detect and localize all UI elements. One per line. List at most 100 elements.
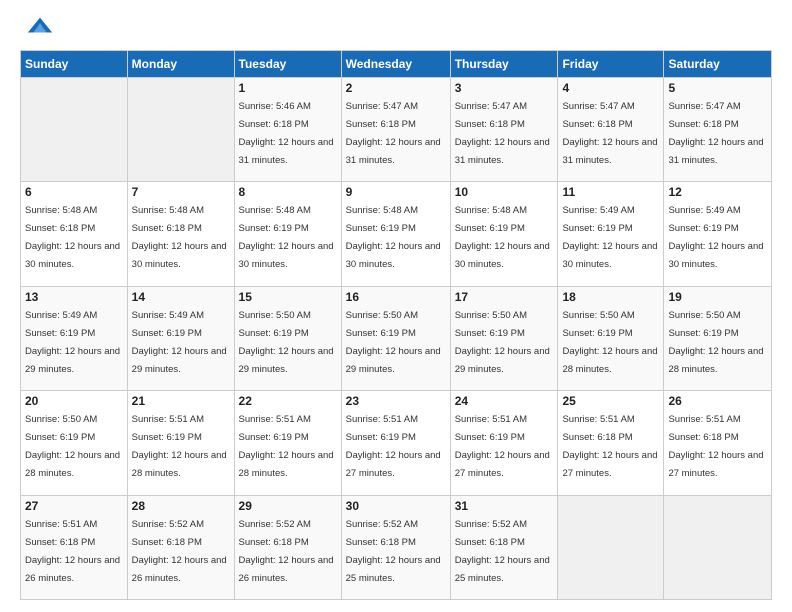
day-info: Sunrise: 5:48 AMSunset: 6:19 PMDaylight:… xyxy=(239,205,334,270)
day-info: Sunrise: 5:50 AMSunset: 6:19 PMDaylight:… xyxy=(346,310,441,375)
calendar-day-cell: 30 Sunrise: 5:52 AMSunset: 6:18 PMDaylig… xyxy=(341,495,450,599)
day-info: Sunrise: 5:50 AMSunset: 6:19 PMDaylight:… xyxy=(668,310,763,375)
day-info: Sunrise: 5:51 AMSunset: 6:19 PMDaylight:… xyxy=(455,414,550,479)
logo xyxy=(20,16,54,40)
day-number: 23 xyxy=(346,394,446,408)
weekday-header: Wednesday xyxy=(341,51,450,78)
day-number: 28 xyxy=(132,499,230,513)
day-number: 29 xyxy=(239,499,337,513)
calendar-day-cell: 26 Sunrise: 5:51 AMSunset: 6:18 PMDaylig… xyxy=(664,391,772,495)
calendar-day-cell: 5 Sunrise: 5:47 AMSunset: 6:18 PMDayligh… xyxy=(664,78,772,182)
day-number: 10 xyxy=(455,185,554,199)
day-info: Sunrise: 5:48 AMSunset: 6:19 PMDaylight:… xyxy=(455,205,550,270)
calendar-day-cell: 2 Sunrise: 5:47 AMSunset: 6:18 PMDayligh… xyxy=(341,78,450,182)
day-info: Sunrise: 5:48 AMSunset: 6:19 PMDaylight:… xyxy=(346,205,441,270)
day-number: 3 xyxy=(455,81,554,95)
day-number: 30 xyxy=(346,499,446,513)
calendar-day-cell: 27 Sunrise: 5:51 AMSunset: 6:18 PMDaylig… xyxy=(21,495,128,599)
header xyxy=(20,16,772,40)
calendar-day-cell xyxy=(558,495,664,599)
calendar-week-row: 1 Sunrise: 5:46 AMSunset: 6:18 PMDayligh… xyxy=(21,78,772,182)
day-info: Sunrise: 5:52 AMSunset: 6:18 PMDaylight:… xyxy=(346,519,441,584)
day-number: 6 xyxy=(25,185,123,199)
day-number: 14 xyxy=(132,290,230,304)
day-number: 31 xyxy=(455,499,554,513)
day-info: Sunrise: 5:51 AMSunset: 6:19 PMDaylight:… xyxy=(239,414,334,479)
weekday-header-row: SundayMondayTuesdayWednesdayThursdayFrid… xyxy=(21,51,772,78)
calendar-day-cell: 13 Sunrise: 5:49 AMSunset: 6:19 PMDaylig… xyxy=(21,286,128,390)
day-info: Sunrise: 5:50 AMSunset: 6:19 PMDaylight:… xyxy=(25,414,120,479)
day-info: Sunrise: 5:50 AMSunset: 6:19 PMDaylight:… xyxy=(455,310,550,375)
day-number: 13 xyxy=(25,290,123,304)
day-number: 21 xyxy=(132,394,230,408)
day-info: Sunrise: 5:49 AMSunset: 6:19 PMDaylight:… xyxy=(132,310,227,375)
day-number: 11 xyxy=(562,185,659,199)
calendar-day-cell: 6 Sunrise: 5:48 AMSunset: 6:18 PMDayligh… xyxy=(21,182,128,286)
calendar-day-cell: 18 Sunrise: 5:50 AMSunset: 6:19 PMDaylig… xyxy=(558,286,664,390)
day-info: Sunrise: 5:51 AMSunset: 6:18 PMDaylight:… xyxy=(668,414,763,479)
day-info: Sunrise: 5:49 AMSunset: 6:19 PMDaylight:… xyxy=(25,310,120,375)
day-info: Sunrise: 5:47 AMSunset: 6:18 PMDaylight:… xyxy=(562,101,657,166)
calendar-day-cell: 7 Sunrise: 5:48 AMSunset: 6:18 PMDayligh… xyxy=(127,182,234,286)
day-info: Sunrise: 5:47 AMSunset: 6:18 PMDaylight:… xyxy=(668,101,763,166)
calendar-day-cell: 8 Sunrise: 5:48 AMSunset: 6:19 PMDayligh… xyxy=(234,182,341,286)
calendar-day-cell: 12 Sunrise: 5:49 AMSunset: 6:19 PMDaylig… xyxy=(664,182,772,286)
calendar-day-cell: 25 Sunrise: 5:51 AMSunset: 6:18 PMDaylig… xyxy=(558,391,664,495)
calendar-day-cell: 29 Sunrise: 5:52 AMSunset: 6:18 PMDaylig… xyxy=(234,495,341,599)
calendar-day-cell: 14 Sunrise: 5:49 AMSunset: 6:19 PMDaylig… xyxy=(127,286,234,390)
calendar-day-cell: 16 Sunrise: 5:50 AMSunset: 6:19 PMDaylig… xyxy=(341,286,450,390)
weekday-header: Tuesday xyxy=(234,51,341,78)
day-number: 2 xyxy=(346,81,446,95)
calendar-day-cell: 4 Sunrise: 5:47 AMSunset: 6:18 PMDayligh… xyxy=(558,78,664,182)
day-number: 16 xyxy=(346,290,446,304)
day-number: 5 xyxy=(668,81,767,95)
day-info: Sunrise: 5:47 AMSunset: 6:18 PMDaylight:… xyxy=(346,101,441,166)
day-number: 12 xyxy=(668,185,767,199)
day-number: 1 xyxy=(239,81,337,95)
day-number: 18 xyxy=(562,290,659,304)
day-number: 15 xyxy=(239,290,337,304)
day-info: Sunrise: 5:47 AMSunset: 6:18 PMDaylight:… xyxy=(455,101,550,166)
day-number: 25 xyxy=(562,394,659,408)
calendar-day-cell: 21 Sunrise: 5:51 AMSunset: 6:19 PMDaylig… xyxy=(127,391,234,495)
calendar-week-row: 20 Sunrise: 5:50 AMSunset: 6:19 PMDaylig… xyxy=(21,391,772,495)
calendar-day-cell: 1 Sunrise: 5:46 AMSunset: 6:18 PMDayligh… xyxy=(234,78,341,182)
day-info: Sunrise: 5:51 AMSunset: 6:19 PMDaylight:… xyxy=(132,414,227,479)
page: SundayMondayTuesdayWednesdayThursdayFrid… xyxy=(0,0,792,612)
calendar-day-cell: 28 Sunrise: 5:52 AMSunset: 6:18 PMDaylig… xyxy=(127,495,234,599)
calendar-day-cell: 17 Sunrise: 5:50 AMSunset: 6:19 PMDaylig… xyxy=(450,286,558,390)
day-info: Sunrise: 5:52 AMSunset: 6:18 PMDaylight:… xyxy=(132,519,227,584)
day-info: Sunrise: 5:50 AMSunset: 6:19 PMDaylight:… xyxy=(562,310,657,375)
calendar-day-cell: 31 Sunrise: 5:52 AMSunset: 6:18 PMDaylig… xyxy=(450,495,558,599)
calendar-day-cell xyxy=(664,495,772,599)
calendar-day-cell: 10 Sunrise: 5:48 AMSunset: 6:19 PMDaylig… xyxy=(450,182,558,286)
calendar-week-row: 13 Sunrise: 5:49 AMSunset: 6:19 PMDaylig… xyxy=(21,286,772,390)
day-number: 7 xyxy=(132,185,230,199)
calendar-day-cell: 3 Sunrise: 5:47 AMSunset: 6:18 PMDayligh… xyxy=(450,78,558,182)
day-info: Sunrise: 5:51 AMSunset: 6:18 PMDaylight:… xyxy=(562,414,657,479)
calendar-day-cell: 20 Sunrise: 5:50 AMSunset: 6:19 PMDaylig… xyxy=(21,391,128,495)
day-info: Sunrise: 5:52 AMSunset: 6:18 PMDaylight:… xyxy=(239,519,334,584)
calendar-day-cell: 23 Sunrise: 5:51 AMSunset: 6:19 PMDaylig… xyxy=(341,391,450,495)
calendar-day-cell xyxy=(127,78,234,182)
weekday-header: Monday xyxy=(127,51,234,78)
day-number: 26 xyxy=(668,394,767,408)
day-info: Sunrise: 5:49 AMSunset: 6:19 PMDaylight:… xyxy=(562,205,657,270)
day-info: Sunrise: 5:46 AMSunset: 6:18 PMDaylight:… xyxy=(239,101,334,166)
calendar-table: SundayMondayTuesdayWednesdayThursdayFrid… xyxy=(20,50,772,600)
day-number: 19 xyxy=(668,290,767,304)
calendar-day-cell: 15 Sunrise: 5:50 AMSunset: 6:19 PMDaylig… xyxy=(234,286,341,390)
calendar-week-row: 27 Sunrise: 5:51 AMSunset: 6:18 PMDaylig… xyxy=(21,495,772,599)
day-number: 24 xyxy=(455,394,554,408)
calendar-day-cell: 22 Sunrise: 5:51 AMSunset: 6:19 PMDaylig… xyxy=(234,391,341,495)
day-info: Sunrise: 5:52 AMSunset: 6:18 PMDaylight:… xyxy=(455,519,550,584)
weekday-header: Thursday xyxy=(450,51,558,78)
day-number: 8 xyxy=(239,185,337,199)
day-info: Sunrise: 5:49 AMSunset: 6:19 PMDaylight:… xyxy=(668,205,763,270)
day-info: Sunrise: 5:48 AMSunset: 6:18 PMDaylight:… xyxy=(25,205,120,270)
day-number: 20 xyxy=(25,394,123,408)
calendar-week-row: 6 Sunrise: 5:48 AMSunset: 6:18 PMDayligh… xyxy=(21,182,772,286)
calendar-day-cell: 9 Sunrise: 5:48 AMSunset: 6:19 PMDayligh… xyxy=(341,182,450,286)
day-number: 27 xyxy=(25,499,123,513)
calendar-day-cell: 19 Sunrise: 5:50 AMSunset: 6:19 PMDaylig… xyxy=(664,286,772,390)
